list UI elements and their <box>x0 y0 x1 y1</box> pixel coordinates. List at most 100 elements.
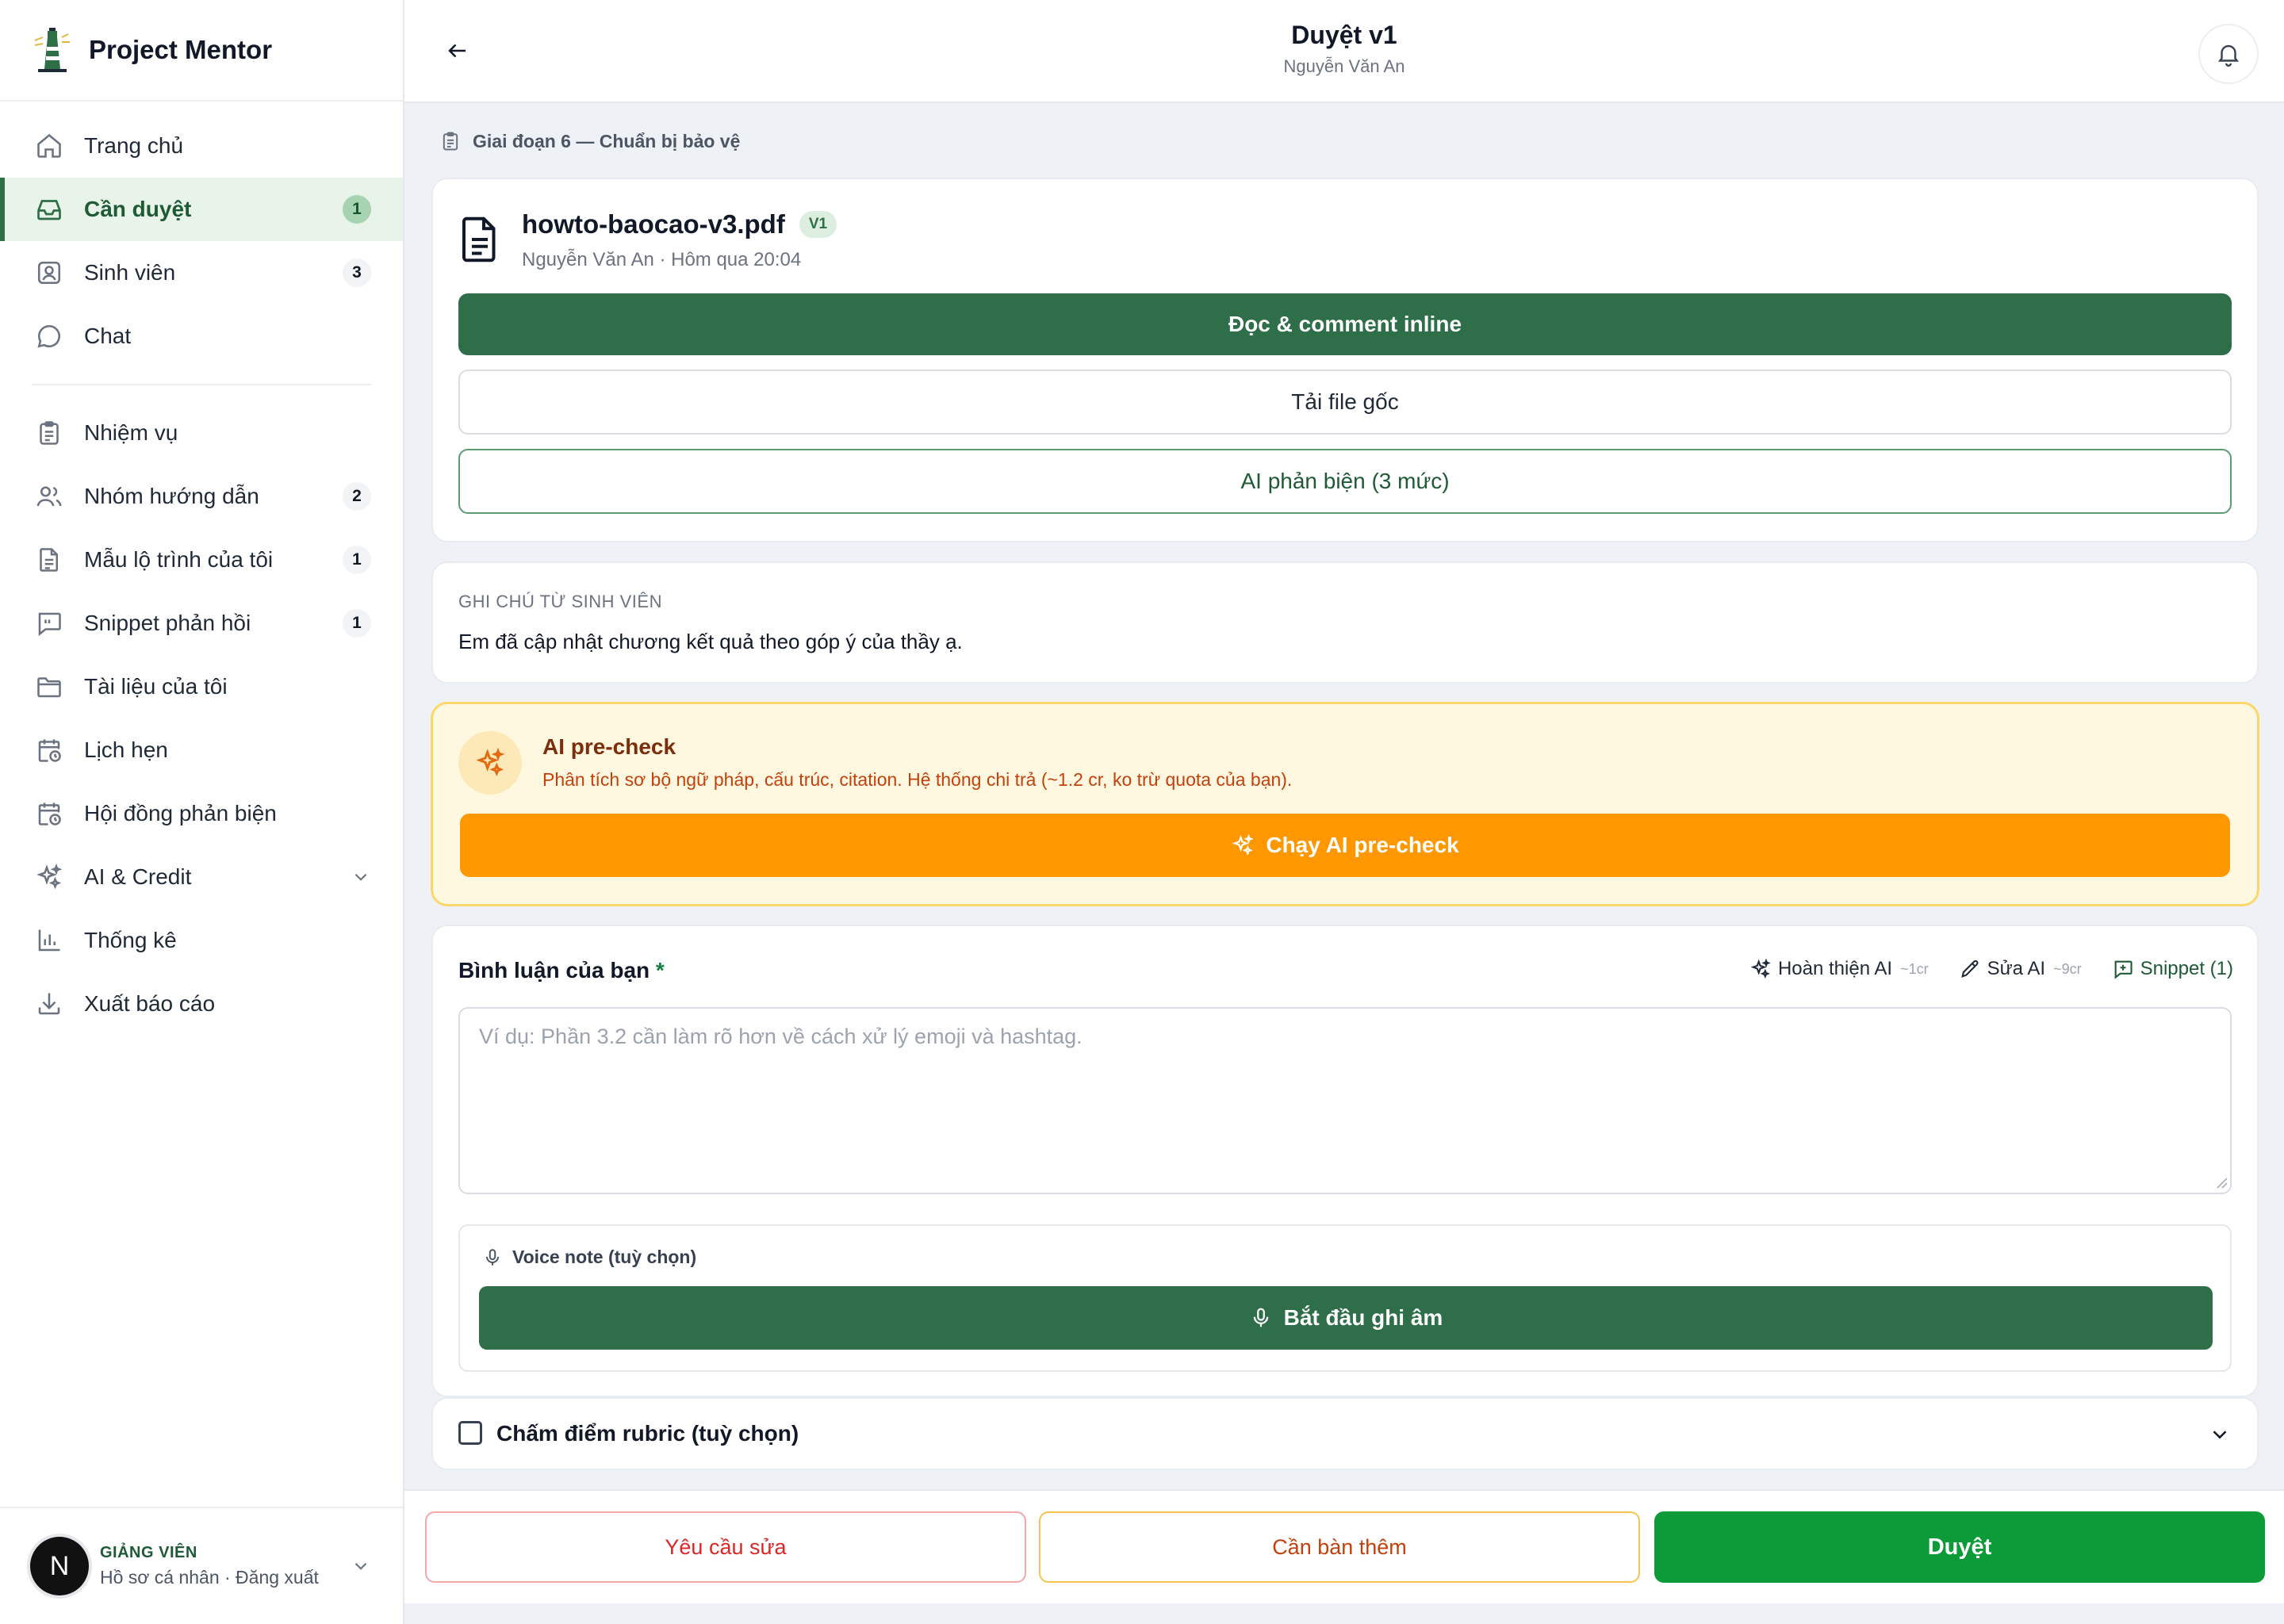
voice-note-label: Voice note (tuỳ chọn) <box>482 1247 696 1268</box>
sparkles-icon <box>458 731 522 795</box>
ai-polish-button[interactable]: Hoàn thiện AI ~1cr <box>1749 958 1929 980</box>
download-original-button[interactable]: Tải file gốc <box>458 370 2232 435</box>
user-profile[interactable]: N GIẢNG VIÊN Hồ sơ cá nhân · Đăng xuất <box>0 1507 403 1624</box>
ai-polish-label: Hoàn thiện AI <box>1777 958 1893 979</box>
top-bar: Duyệt v1 Nguyễn Văn An <box>404 0 2284 103</box>
sidebar-item-appointments[interactable]: Lịch hẹn <box>0 718 403 782</box>
sidebar: Project Mentor Trang chủ Cần duyệt 1 Sin… <box>0 0 404 1624</box>
sidebar-item-label: Lịch hẹn <box>84 737 168 762</box>
student-note-card: GHI CHÚ TỪ SINH VIÊN Em đã cập nhật chươ… <box>433 563 2257 682</box>
sidebar-item-roadmap-templates[interactable]: Mẫu lộ trình của tôi 1 <box>0 528 403 592</box>
voice-note-label-text: Voice note (tuỳ chọn) <box>512 1247 697 1267</box>
sidebar-item-my-documents[interactable]: Tài liệu của tôi <box>0 655 403 718</box>
action-footer: Yêu cầu sửa Cần bàn thêm Duyệt <box>404 1489 2284 1603</box>
request-changes-button[interactable]: Yêu cầu sửa <box>425 1511 1026 1583</box>
student-note-text: Em đã cập nhật chương kết quả theo góp ý… <box>458 630 963 653</box>
sidebar-item-label: Nhiệm vụ <box>84 420 178 445</box>
sidebar-divider <box>32 384 371 385</box>
start-recording-label: Bắt đầu ghi âm <box>1283 1305 1443 1330</box>
microphone-icon <box>1249 1306 1273 1330</box>
resize-handle-icon[interactable] <box>2213 1174 2228 1189</box>
document-icon <box>35 546 63 574</box>
sidebar-item-label: Cần duyệt <box>84 197 192 221</box>
file-name: howto-baocao-v3.pdf V1 <box>522 209 837 239</box>
ai-fix-cost: ~9cr <box>2053 960 2082 977</box>
file-meta: Nguyễn Văn An · Hôm qua 20:04 <box>522 249 802 270</box>
sidebar-item-label: Sinh viên <box>84 260 176 285</box>
sidebar-item-statistics[interactable]: Thống kê <box>0 909 403 972</box>
users-icon <box>35 482 63 511</box>
sidebar-item-chat[interactable]: Chat <box>0 304 403 368</box>
clipboard-icon <box>439 130 462 152</box>
comment-label-text: Bình luận của bạn <box>458 958 650 982</box>
chevron-down-icon[interactable] <box>351 1556 371 1576</box>
brand-name: Project Mentor <box>89 35 273 64</box>
approve-button[interactable]: Duyệt <box>1654 1511 2265 1583</box>
start-recording-button[interactable]: Bắt đầu ghi âm <box>479 1286 2213 1350</box>
sidebar-item-tasks[interactable]: Nhiệm vụ <box>0 401 403 465</box>
sidebar-item-pending-review[interactable]: Cần duyệt 1 <box>0 178 403 241</box>
sidebar-item-ai-credit[interactable]: AI & Credit <box>0 845 403 909</box>
ai-fix-label: Sửa AI <box>1987 958 2046 979</box>
read-comment-inline-button[interactable]: Đọc & comment inline <box>458 293 2232 355</box>
chat-bubble-icon <box>35 322 63 350</box>
count-badge: 1 <box>343 609 371 638</box>
required-mark: * <box>655 958 665 982</box>
sidebar-item-home[interactable]: Trang chủ <box>0 114 403 178</box>
sidebar-item-review-committee[interactable]: Hội đồng phản biện <box>0 782 403 845</box>
run-ai-precheck-button[interactable]: Chạy AI pre-check <box>460 814 2230 877</box>
brand[interactable]: Project Mentor <box>0 0 403 102</box>
snippet-button[interactable]: Snippet (1) <box>2112 958 2233 980</box>
sparkles-icon <box>1231 833 1255 857</box>
notification-bell-icon[interactable] <box>2198 24 2259 84</box>
submission-file-card: howto-baocao-v3.pdf V1 Nguyễn Văn An · H… <box>433 179 2257 541</box>
ai-fix-button[interactable]: Sửa AI ~9cr <box>1959 958 2082 980</box>
sidebar-item-label: Tài liệu của tôi <box>84 674 228 699</box>
page-title: Duyệt v1 <box>1291 21 1397 49</box>
chevron-down-icon[interactable] <box>2208 1423 2232 1446</box>
user-card-icon <box>35 259 63 287</box>
quote-message-icon <box>35 609 63 638</box>
rubric-card[interactable]: Chấm điểm rubric (tuỳ chọn) <box>433 1399 2257 1469</box>
user-links[interactable]: Hồ sơ cá nhân · Đăng xuất <box>100 1567 351 1588</box>
file-text-icon <box>460 216 500 263</box>
rubric-checkbox[interactable] <box>458 1421 482 1445</box>
sidebar-item-label: Thống kê <box>84 928 177 952</box>
count-badge: 3 <box>343 259 371 287</box>
sidebar-item-label: Nhóm hướng dẫn <box>84 484 259 508</box>
ai-precheck-title: AI pre-check <box>542 734 676 759</box>
ai-precheck-card: AI pre-check Phân tích sơ bộ ngữ pháp, c… <box>433 704 2257 904</box>
lighthouse-logo-icon <box>30 26 75 74</box>
sidebar-item-label: Mẫu lộ trình của tôi <box>84 547 274 572</box>
page-subtitle: Nguyễn Văn An <box>1283 56 1405 76</box>
need-discussion-button[interactable]: Cần bàn thêm <box>1039 1511 1640 1583</box>
count-badge: 1 <box>343 195 371 224</box>
ai-polish-cost: ~1cr <box>1900 960 1929 977</box>
file-name-text: howto-baocao-v3.pdf <box>522 209 785 239</box>
sidebar-item-export-report[interactable]: Xuất báo cáo <box>0 972 403 1036</box>
home-icon <box>35 132 63 160</box>
download-icon <box>35 990 63 1018</box>
pencil-icon <box>1959 958 1981 980</box>
avatar: N <box>30 1537 89 1595</box>
sidebar-item-students[interactable]: Sinh viên 3 <box>0 241 403 304</box>
sidebar-item-label: Snippet phản hồi <box>84 611 251 635</box>
run-ai-precheck-label: Chạy AI pre-check <box>1266 833 1459 857</box>
rubric-label: Chấm điểm rubric (tuỳ chọn) <box>496 1421 799 1446</box>
student-note-label: GHI CHÚ TỪ SINH VIÊN <box>458 592 662 611</box>
ai-precheck-description: Phân tích sơ bộ ngữ pháp, cấu trúc, cita… <box>542 769 1293 790</box>
sidebar-item-feedback-snippets[interactable]: Snippet phản hồi 1 <box>0 592 403 655</box>
sparkles-icon <box>35 863 63 891</box>
chevron-down-icon[interactable] <box>351 867 371 887</box>
microphone-icon <box>482 1247 503 1268</box>
sidebar-item-label: Xuất báo cáo <box>84 991 216 1016</box>
breadcrumb: Giai đoạn 6 — Chuẩn bị bảo vệ <box>439 130 740 152</box>
snippet-label: Snippet (1) <box>2140 958 2233 979</box>
sidebar-item-label: Hội đồng phản biện <box>84 801 277 825</box>
comment-textarea[interactable]: Ví dụ: Phần 3.2 cần làm rõ hơn về cách x… <box>458 1007 2232 1194</box>
sidebar-nav: Trang chủ Cần duyệt 1 Sinh viên 3 Chat N… <box>0 102 403 1036</box>
ai-review-button[interactable]: AI phản biện (3 mức) <box>458 449 2232 514</box>
bar-chart-icon <box>35 926 63 955</box>
sidebar-item-groups[interactable]: Nhóm hướng dẫn 2 <box>0 465 403 528</box>
clipboard-icon <box>35 419 63 447</box>
